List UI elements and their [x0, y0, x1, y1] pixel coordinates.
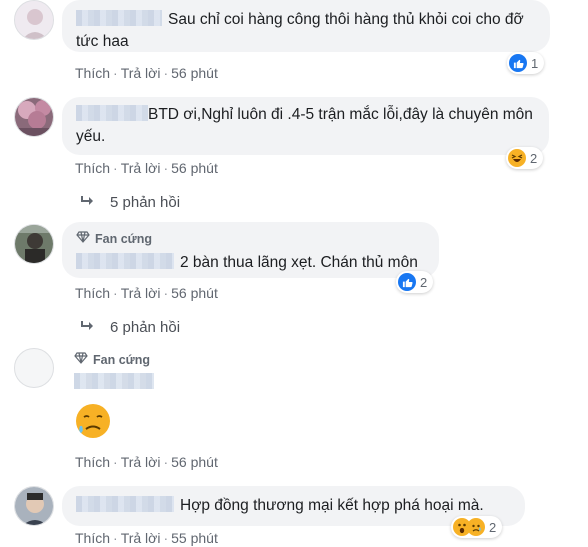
avatar[interactable] — [14, 97, 54, 137]
comment-actions: Thích · Trả lời · 55 phút — [75, 530, 218, 546]
sad-sweat-emoji — [74, 402, 154, 445]
reply-button[interactable]: Trả lời — [121, 530, 161, 546]
reaction-count: 1 — [531, 55, 539, 71]
comment-bubble: Fan cứng 2 bàn thua lãng xẹt. Chán thủ m… — [62, 222, 439, 278]
comment-text: Hợp đồng thương mại kết hợp phá hoại mà. — [180, 497, 484, 514]
comment-body: Fan cứng — [74, 352, 154, 445]
diamond-icon — [76, 228, 90, 250]
reply-button[interactable]: Trả lời — [121, 285, 161, 301]
timestamp[interactable]: 56 phút — [171, 65, 218, 81]
reaction-count: 2 — [420, 274, 428, 290]
reply-button[interactable]: Trả lời — [121, 160, 161, 176]
separator: · — [163, 160, 169, 176]
comment-actions: Thích · Trả lời · 56 phút — [75, 285, 218, 301]
timestamp[interactable]: 55 phút — [171, 530, 218, 546]
reaction-summary[interactable]: 2 — [396, 271, 434, 293]
comment-actions: Thích · Trả lời · 56 phút — [75, 454, 218, 470]
comment-actions: Thích · Trả lời · 56 phút — [75, 160, 218, 176]
avatar[interactable] — [14, 0, 54, 40]
reply-button[interactable]: Trả lời — [121, 454, 161, 470]
author-name[interactable] — [76, 105, 148, 121]
like-button[interactable]: Thích — [75, 285, 110, 301]
author-name[interactable] — [76, 496, 174, 512]
separator: · — [113, 530, 118, 546]
separator: · — [113, 65, 118, 81]
comment-text: 2 bàn thua lãng xẹt. Chán thủ môn — [180, 254, 418, 271]
reply-arrow-icon — [80, 319, 94, 336]
replies-count: 6 phản hồi — [110, 319, 181, 336]
badge-label: Fan cứng — [93, 352, 150, 367]
timestamp[interactable]: 56 phút — [171, 160, 218, 176]
avatar[interactable] — [14, 348, 54, 388]
reaction-summary[interactable]: 2 — [506, 147, 544, 169]
like-button[interactable]: Thích — [75, 454, 110, 470]
author-name[interactable] — [74, 373, 154, 389]
comment-bubble: BTD ơi,Nghỉ luôn đi .4-5 trận mắc lỗi,đâ… — [62, 97, 549, 155]
reaction-count: 2 — [530, 150, 538, 166]
reaction-summary[interactable]: 2 — [451, 516, 503, 538]
author-name[interactable] — [76, 253, 174, 269]
like-button[interactable]: Thích — [75, 65, 110, 81]
separator: · — [163, 530, 169, 546]
separator: · — [163, 65, 169, 81]
sad-icon — [467, 518, 485, 536]
diamond-icon — [74, 352, 88, 367]
reply-arrow-icon — [80, 194, 94, 211]
fan-badge: Fan cứng — [76, 228, 425, 250]
reaction-summary[interactable]: 1 — [507, 52, 545, 74]
like-icon — [509, 54, 527, 72]
reaction-count: 2 — [489, 519, 497, 535]
replies-count: 5 phản hồi — [110, 194, 181, 211]
badge-label: Fan cứng — [95, 232, 152, 246]
avatar[interactable] — [14, 224, 54, 264]
comment-actions: Thích · Trả lời · 56 phút — [75, 65, 218, 81]
separator: · — [113, 454, 118, 470]
haha-icon — [508, 149, 526, 167]
separator: · — [113, 285, 118, 301]
like-button[interactable]: Thích — [75, 160, 110, 176]
separator: · — [113, 160, 118, 176]
timestamp[interactable]: 56 phút — [171, 285, 218, 301]
author-name[interactable] — [76, 10, 162, 26]
view-replies-button[interactable]: 6 phản hồi — [80, 319, 180, 336]
comment-bubble: Sau chỉ coi hàng công thôi hàng thủ khỏi… — [62, 0, 550, 52]
like-button[interactable]: Thích — [75, 530, 110, 546]
fan-badge: Fan cứng — [74, 352, 154, 367]
reply-button[interactable]: Trả lời — [121, 65, 161, 81]
timestamp[interactable]: 56 phút — [171, 454, 218, 470]
view-replies-button[interactable]: 5 phản hồi — [80, 194, 180, 211]
separator: · — [163, 454, 169, 470]
avatar[interactable] — [14, 486, 54, 526]
like-icon — [398, 273, 416, 291]
separator: · — [163, 285, 169, 301]
